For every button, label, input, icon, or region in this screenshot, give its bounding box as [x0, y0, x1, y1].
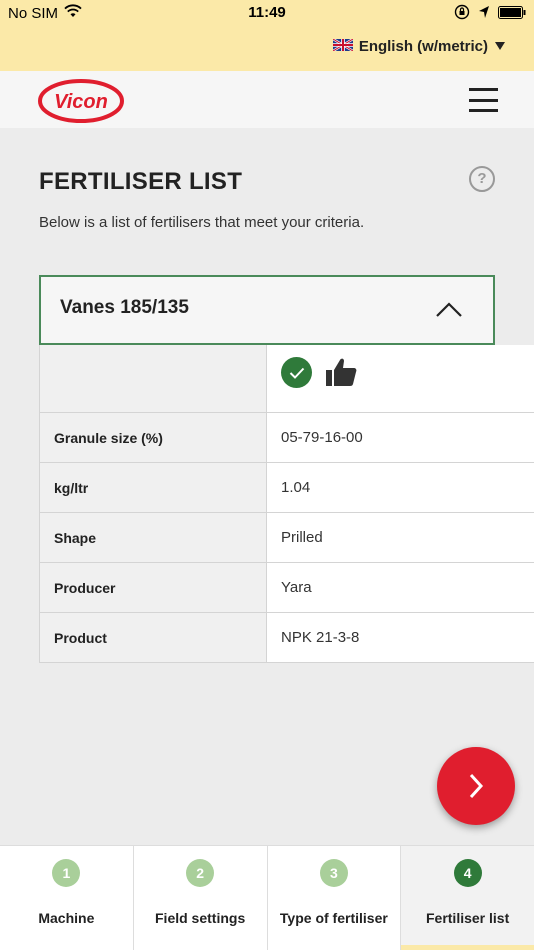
step-number-badge: 4: [453, 859, 482, 887]
check-circle-icon: [281, 357, 312, 388]
fertiliser-table: Granule size (%) 05-79-16-00 kg/ltr 1.04…: [39, 345, 534, 663]
machine-accordion-header[interactable]: Vanes 185/135: [39, 275, 495, 345]
chevron-right-icon: [469, 773, 484, 799]
battery-icon: [498, 5, 526, 23]
active-step-indicator: [401, 945, 534, 950]
chevron-up-icon[interactable]: [435, 302, 463, 323]
step-number-badge: 1: [52, 859, 81, 887]
row-value: NPK 21-3-8: [267, 613, 534, 662]
row-value: Prilled: [267, 513, 534, 562]
status-bar: No SIM 11:49: [0, 0, 534, 26]
row-value: 05-79-16-00: [267, 413, 534, 462]
step-number-badge: 2: [186, 859, 215, 887]
orientation-lock-icon: [454, 4, 470, 24]
row-label: Product: [39, 613, 267, 662]
table-row: kg/ltr 1.04: [39, 463, 534, 513]
status-right: [454, 4, 526, 24]
language-selector[interactable]: English (w/metric): [332, 37, 506, 55]
row-label: Producer: [39, 563, 267, 612]
table-header-label-cell: [39, 345, 267, 412]
step-label: Fertiliser list: [425, 910, 510, 926]
table-header-row: [39, 345, 534, 413]
step-number-badge: 3: [319, 859, 348, 887]
vicon-logo[interactable]: Vicon: [38, 79, 124, 128]
row-label: Shape: [39, 513, 267, 562]
table-row: Product NPK 21-3-8: [39, 613, 534, 663]
step-machine[interactable]: 1 Machine: [0, 846, 134, 950]
help-icon[interactable]: ?: [469, 166, 495, 192]
step-label: Field settings: [155, 910, 246, 926]
thumbs-up-icon[interactable]: [324, 357, 358, 391]
row-value: 1.04: [267, 463, 534, 512]
step-label: Type of fertiliser: [279, 910, 388, 926]
accordion-title: Vanes 185/135: [60, 297, 189, 318]
language-label: English (w/metric): [358, 38, 488, 55]
caret-down-icon: [494, 38, 506, 55]
step-navigation: 1 Machine 2 Field settings 3 Type of fer…: [0, 845, 534, 950]
step-field-settings[interactable]: 2 Field settings: [133, 846, 268, 950]
step-type-of-fertiliser[interactable]: 3 Type of fertiliser: [267, 846, 402, 950]
page-subtitle: Below is a list of fertilisers that meet…: [39, 214, 365, 231]
location-arrow-icon: [478, 5, 490, 23]
row-label: kg/ltr: [39, 463, 267, 512]
table-row: Producer Yara: [39, 563, 534, 613]
next-button[interactable]: [437, 747, 515, 825]
uk-flag-icon: [332, 37, 354, 55]
logo-text: Vicon: [54, 91, 108, 113]
row-label: Granule size (%): [39, 413, 267, 462]
table-header-value-cell: [267, 345, 534, 412]
step-fertiliser-list[interactable]: 4 Fertiliser list: [401, 846, 534, 950]
hamburger-menu-icon[interactable]: [469, 88, 498, 112]
page-title: FERTILISER LIST: [39, 168, 243, 195]
step-label: Machine: [38, 910, 95, 926]
table-row: Granule size (%) 05-79-16-00: [39, 413, 534, 463]
row-value: Yara: [267, 563, 534, 612]
app-header: Vicon: [0, 71, 534, 128]
table-row: Shape Prilled: [39, 513, 534, 563]
language-bar: English (w/metric): [0, 26, 534, 71]
